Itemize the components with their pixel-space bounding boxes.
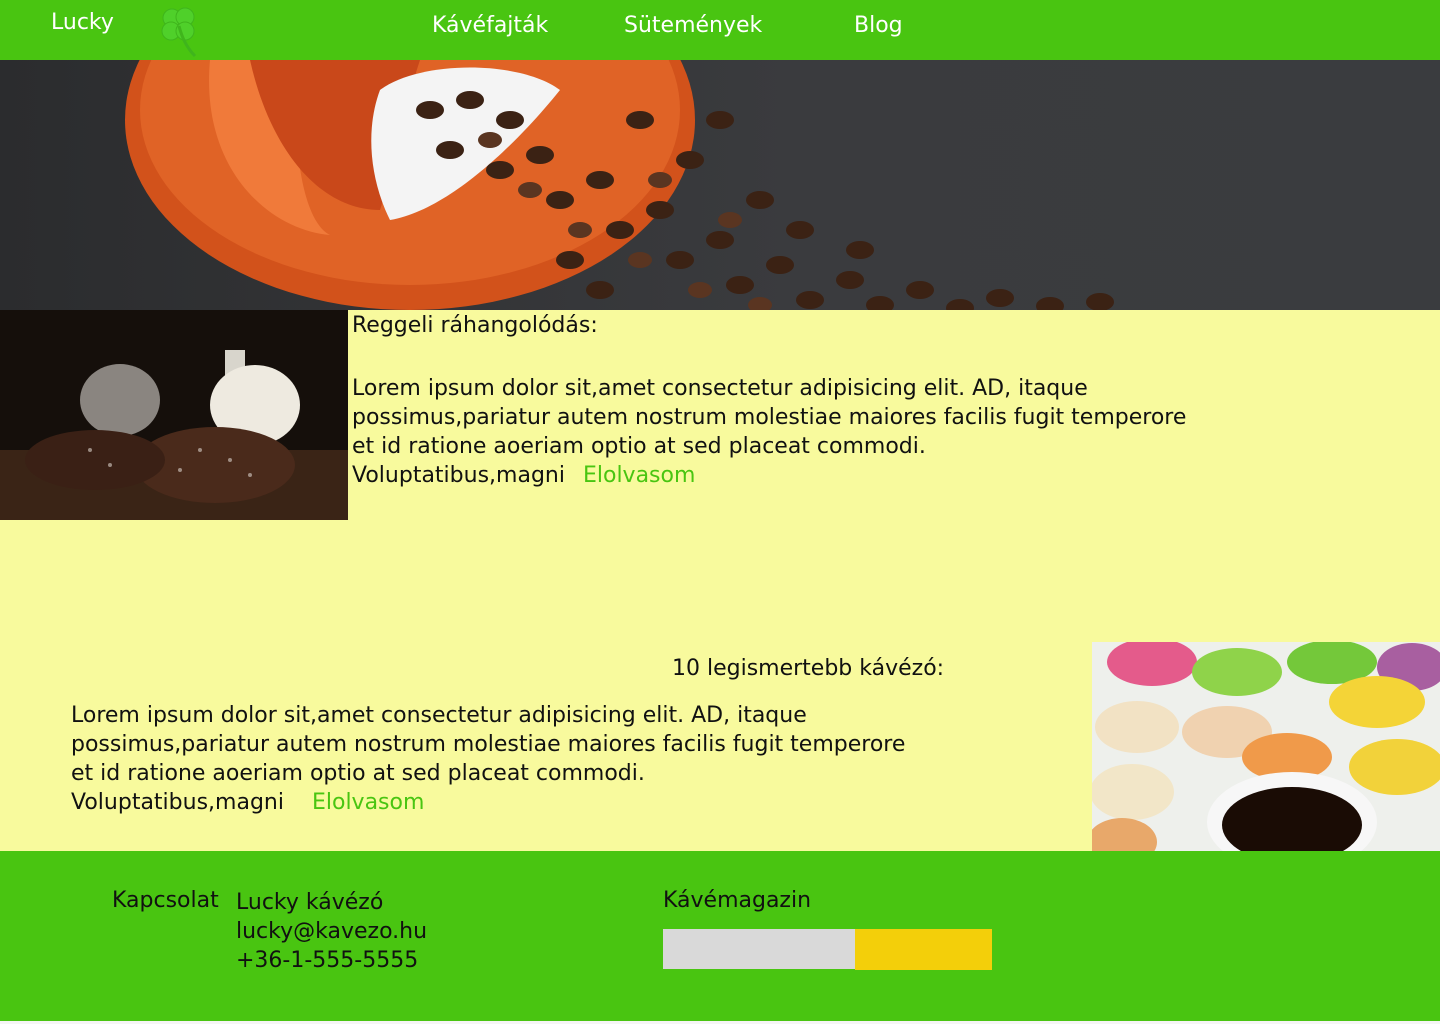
article-2-read-more-link[interactable]: Elolvasom bbox=[312, 790, 424, 815]
nav-link-sutemenyek[interactable]: Sütemények bbox=[624, 13, 762, 38]
contact-phone[interactable]: +36-1-555-5555 bbox=[236, 946, 427, 975]
contact-label: Kapcsolat bbox=[112, 888, 219, 913]
newsletter-label: Kávémagazin bbox=[663, 888, 812, 913]
newsletter-email-input[interactable] bbox=[663, 929, 855, 969]
brand-name[interactable]: Lucky bbox=[51, 10, 114, 35]
article-2-text: Lorem ipsum dolor sit,amet consectetur a… bbox=[71, 701, 905, 817]
cookies-milk-image bbox=[0, 310, 348, 520]
article-2-line: Lorem ipsum dolor sit,amet consectetur a… bbox=[71, 703, 807, 728]
content-area: Reggeli ráhangolódás: Lorem ipsum dolor … bbox=[0, 310, 1440, 851]
clover-icon bbox=[161, 7, 197, 58]
article-1-line: Lorem ipsum dolor sit,amet consectetur a… bbox=[352, 376, 1088, 401]
nav-link-kavefajtak[interactable]: Kávéfajták bbox=[432, 13, 548, 38]
contact-email[interactable]: lucky@kavezo.hu bbox=[236, 917, 427, 946]
hero-coffee-image bbox=[0, 60, 1440, 310]
article-1-line: possimus,pariatur autem nostrum molestia… bbox=[352, 405, 1187, 430]
article-2-line: et id ratione aoeriam optio at sed place… bbox=[71, 761, 645, 786]
article-1-read-more-link[interactable]: Elolvasom bbox=[583, 463, 695, 488]
contact-name: Lucky kávézó bbox=[236, 890, 384, 915]
article-2-line: possimus,pariatur autem nostrum molestia… bbox=[71, 732, 906, 757]
footer: Kapcsolat Lucky kávézó lucky@kavezo.hu +… bbox=[0, 851, 1440, 1024]
macarons-coffee-image bbox=[1092, 642, 1440, 851]
article-1-text: Lorem ipsum dolor sit,amet consectetur a… bbox=[352, 374, 1186, 490]
contact-details: Lucky kávézó lucky@kavezo.hu +36-1-555-5… bbox=[236, 888, 427, 975]
article-1-title: Reggeli ráhangolódás: bbox=[352, 313, 598, 338]
nav-link-blog[interactable]: Blog bbox=[854, 13, 903, 38]
article-1-line: Voluptatibus,magni bbox=[352, 463, 565, 488]
article-2-line: Voluptatibus,magni bbox=[71, 790, 284, 815]
article-1-line: et id ratione aoeriam optio at sed place… bbox=[352, 434, 926, 459]
article-2-title: 10 legismertebb kávézó: bbox=[672, 656, 945, 681]
newsletter-subscribe-button[interactable] bbox=[855, 929, 992, 970]
top-navbar: Lucky Kávéfajták Sütemények Blog bbox=[0, 0, 1440, 60]
